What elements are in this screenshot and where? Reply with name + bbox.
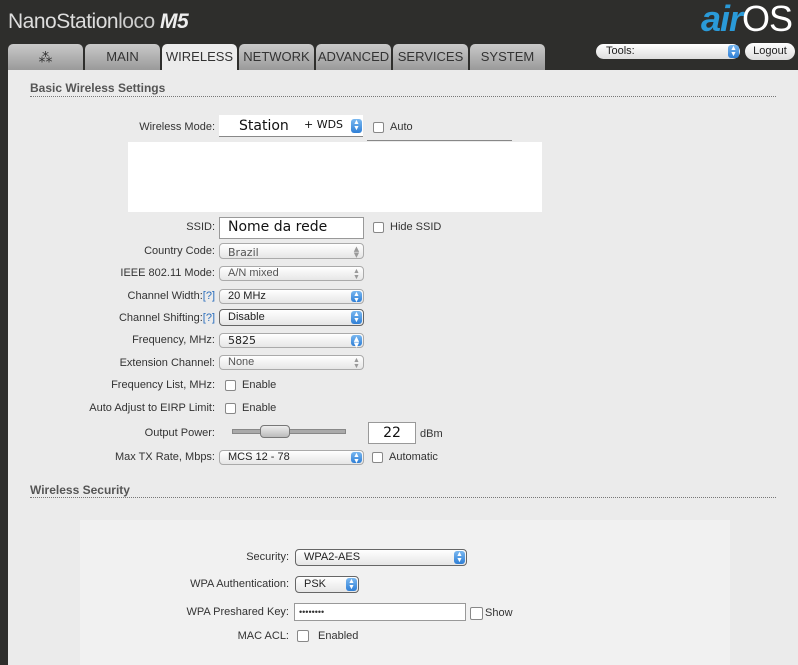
country-code-value: Brazil — [228, 246, 259, 259]
spinner-icon: ▲ ▼ — [351, 291, 362, 304]
ssid-label: SSID: — [186, 221, 215, 233]
logo-os: OS — [741, 0, 793, 39]
wpa-key-label: WPA Preshared Key: — [186, 606, 289, 618]
frequency-list-checkbox[interactable] — [225, 380, 236, 391]
output-power-input[interactable]: 22 — [368, 422, 416, 444]
spinner-icon: ▲ ▼ — [353, 357, 360, 370]
spinner-icon: ▲ ▼ — [346, 578, 357, 591]
channel-shifting-help-link[interactable]: [?] — [203, 312, 215, 324]
airos-logo: airOS — [700, 0, 793, 40]
extension-channel-value: None — [228, 356, 255, 368]
spinner-icon: ▲ ▼ — [454, 551, 465, 564]
wireless-mode-select[interactable]: Station + WDS ▲ ▼ — [219, 115, 363, 137]
brand-name: NanoStation — [8, 10, 119, 33]
channel-width-value: 20 MHz — [228, 290, 266, 302]
automatic-label: Automatic — [389, 451, 438, 463]
country-code-label: Country Code: — [144, 245, 215, 257]
eirp-option: Enable — [242, 402, 277, 414]
spinner-icon: ▲ ▼ — [351, 335, 362, 349]
channel-width-help-link[interactable]: [?] — [203, 290, 215, 302]
ieee-mode-select[interactable]: A/N mixed ▲ ▼ — [219, 266, 364, 281]
wireless-mode-suffix: + WDS — [304, 118, 344, 131]
output-power-label: Output Power: — [144, 427, 215, 439]
security-select[interactable]: WPA2-AES ▲ ▼ — [295, 549, 467, 566]
auto-label: Auto — [390, 121, 413, 133]
frequency-select[interactable]: 5825 ▲ ▼ — [219, 333, 364, 349]
tab-main[interactable]: MAIN — [85, 44, 160, 70]
logo-air: air — [700, 0, 743, 39]
eirp-label: Auto Adjust to EIRP Limit: — [89, 402, 215, 414]
channel-width-label: Channel Width:[?] — [0, 290, 215, 302]
channel-shifting-value: Disable — [228, 311, 265, 323]
output-power-unit: dBm — [420, 428, 443, 440]
frequency-list-option: Enable — [242, 379, 277, 391]
show-key-label: Show — [485, 607, 513, 619]
channel-shifting-label: Channel Shifting:[?] — [0, 312, 215, 324]
divider — [30, 497, 776, 498]
tab-system[interactable]: SYSTEM — [470, 44, 545, 70]
section-title-security: Wireless Security — [30, 483, 130, 497]
ubiquiti-logo-icon: ⁂ — [38, 49, 53, 65]
frequency-label: Frequency, MHz: — [132, 334, 215, 346]
tools-label: Tools: — [606, 45, 635, 57]
ieee-mode-label: IEEE 802.11 Mode: — [120, 267, 215, 279]
security-panel — [80, 520, 730, 665]
extension-channel-label: Extension Channel: — [119, 357, 215, 369]
frequency-list-label: Frequency List, MHz: — [111, 379, 215, 391]
spinner-icon: ▲ ▼ — [728, 45, 739, 58]
show-key-checkbox[interactable] — [470, 607, 483, 620]
country-code-select[interactable]: Brazil ▲ ▼ — [219, 243, 364, 259]
automatic-checkbox[interactable] — [372, 452, 383, 463]
spinner-icon: ▲ ▼ — [351, 311, 362, 324]
wpa-auth-label: WPA Authentication: — [190, 578, 289, 590]
spinner-icon: ▲ ▼ — [351, 119, 362, 133]
ieee-mode-value: A/N mixed — [228, 267, 279, 279]
slider-handle[interactable] — [259, 425, 290, 438]
max-tx-rate-value: MCS 12 - 78 — [228, 451, 290, 463]
channel-shifting-select[interactable]: Disable ▲ ▼ — [219, 309, 364, 326]
logout-button[interactable]: Logout — [745, 43, 795, 60]
max-tx-rate-select[interactable]: MCS 12 - 78 ▲ ▼ — [219, 450, 364, 465]
channel-width-text: Channel Width: — [127, 290, 203, 302]
wpa-auth-value: PSK — [304, 578, 327, 590]
tab-advanced[interactable]: ADVANCED — [316, 44, 391, 70]
spinner-icon: ▲ ▼ — [353, 268, 360, 281]
section-title-basic: Basic Wireless Settings — [30, 81, 166, 95]
brand-suffix: M5 — [159, 10, 189, 33]
mac-acl-label: MAC ACL: — [237, 630, 289, 642]
wpa-auth-select[interactable]: PSK ▲ ▼ — [295, 576, 359, 593]
eirp-checkbox[interactable] — [225, 403, 236, 414]
tab-network[interactable]: NETWORK — [239, 44, 314, 70]
divider — [367, 140, 512, 141]
extension-channel-select[interactable]: None ▲ ▼ — [219, 355, 364, 370]
channel-width-select[interactable]: 20 MHz ▲ ▼ — [219, 289, 364, 304]
brand-logo: NanoStationloco M5 — [8, 10, 189, 34]
wireless-mode-value: Station — [239, 118, 289, 134]
mac-acl-checkbox[interactable] — [297, 630, 309, 642]
hide-ssid-checkbox[interactable] — [373, 222, 384, 233]
channel-shifting-text: Channel Shifting: — [118, 312, 203, 324]
security-label: Security: — [246, 551, 289, 563]
divider — [30, 96, 776, 97]
wpa-key-input[interactable]: •••••••• — [294, 603, 466, 621]
hide-ssid-label: Hide SSID — [390, 221, 442, 233]
brand-model: loco — [118, 10, 155, 33]
ssid-input[interactable]: Nome da rede — [219, 217, 364, 239]
frequency-value: 5825 — [228, 334, 256, 347]
tab-ubnt-logo[interactable]: ⁂ — [8, 44, 83, 70]
wireless-mode-label: Wireless Mode: — [139, 121, 215, 133]
spinner-icon: ▲ ▼ — [353, 245, 360, 259]
tools-select[interactable]: Tools: ▲ ▼ — [596, 44, 740, 59]
max-tx-rate-label: Max TX Rate, Mbps: — [114, 451, 215, 463]
mac-acl-option: Enabled — [318, 630, 359, 642]
tab-services[interactable]: SERVICES — [393, 44, 468, 70]
security-value: WPA2-AES — [304, 551, 361, 563]
tab-wireless[interactable]: WIRELESS — [162, 44, 237, 71]
auto-checkbox[interactable] — [373, 122, 384, 133]
spinner-icon: ▲ ▼ — [351, 452, 362, 465]
blank-area — [128, 142, 542, 212]
